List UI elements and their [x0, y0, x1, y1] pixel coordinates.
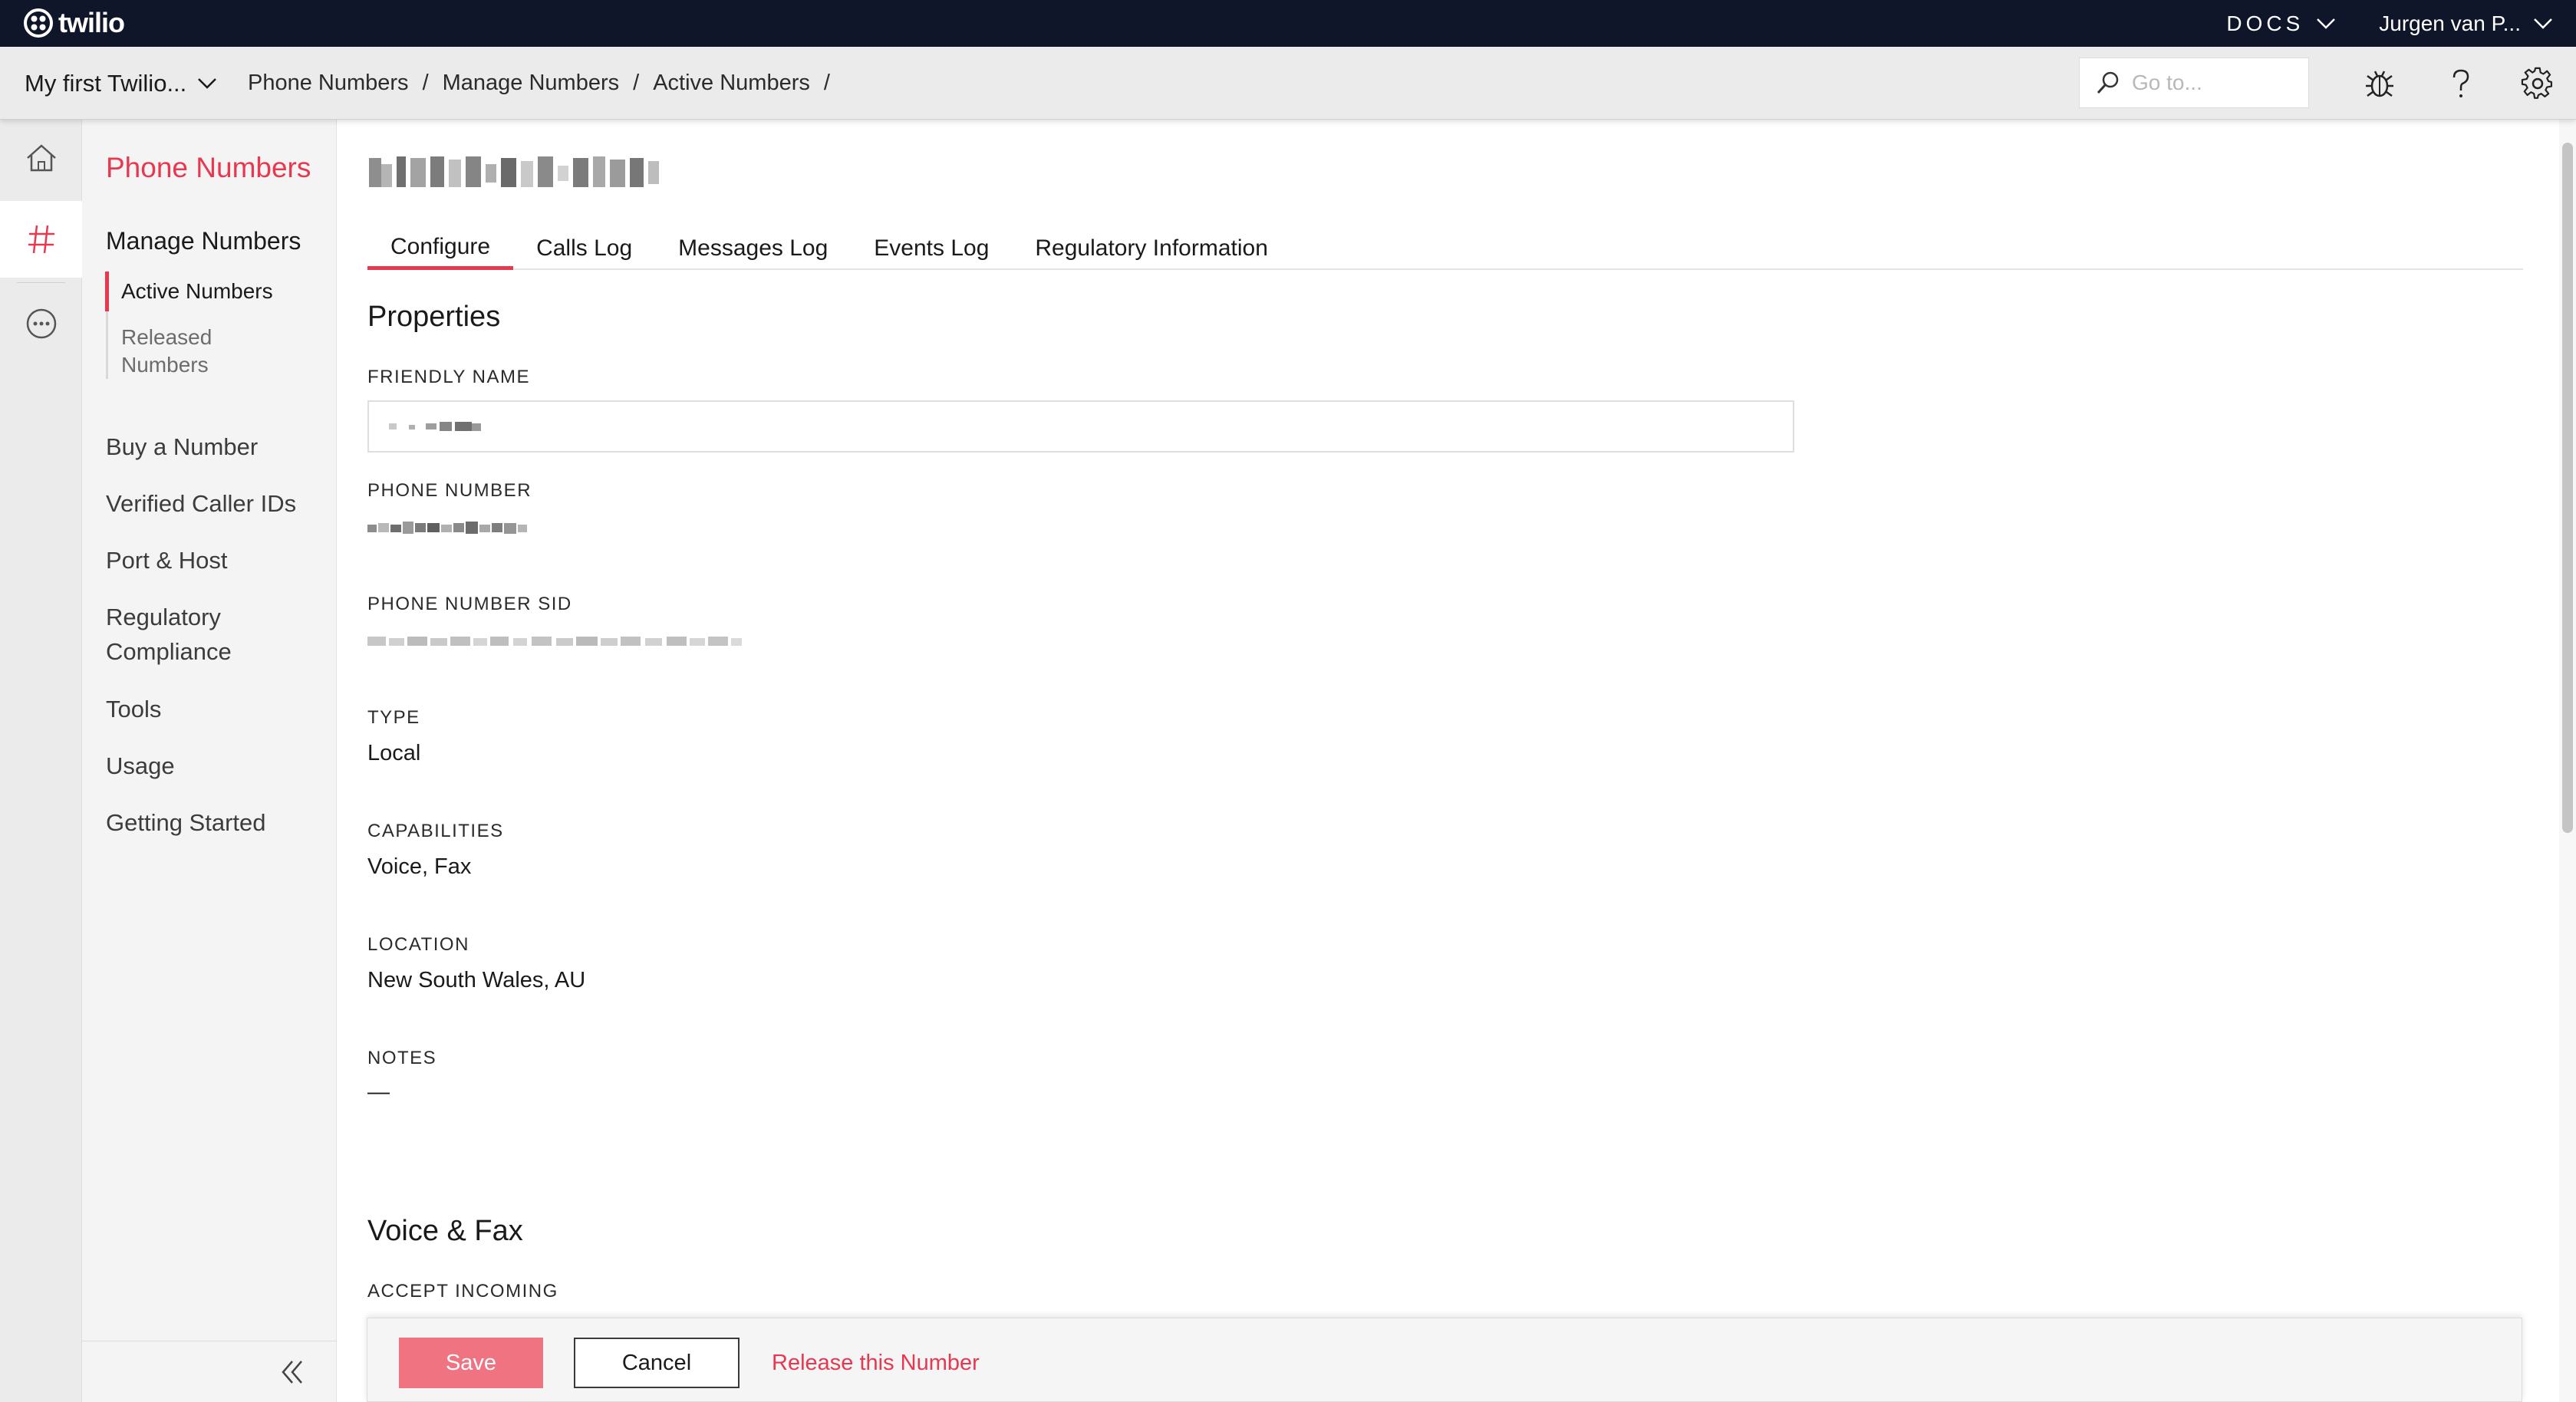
chevron-down-icon [198, 77, 217, 89]
phone-number-sid-redacted [367, 637, 742, 646]
gear-icon[interactable] [2521, 67, 2555, 100]
nav-buy-a-number[interactable]: Buy a Number [106, 429, 258, 464]
account-switcher[interactable]: My first Twilio... [25, 47, 217, 120]
voice-fax-heading: Voice & Fax [367, 1215, 523, 1247]
breadcrumb-separator: / [422, 71, 429, 95]
tab-events-log[interactable]: Events Log [851, 227, 1012, 270]
account-name: My first Twilio... [25, 69, 187, 97]
properties-heading: Properties [367, 301, 501, 333]
breadcrumb-separator: / [823, 71, 830, 95]
tab-calls-log[interactable]: Calls Log [513, 227, 655, 270]
nav-verified-caller-ids[interactable]: Verified Caller IDs [106, 486, 296, 521]
collapse-sidebar-icon[interactable] [277, 1357, 308, 1387]
help-icon[interactable] [2444, 67, 2478, 100]
sidenav-title[interactable]: Phone Numbers [106, 152, 311, 184]
docs-label: DOCS [2226, 11, 2304, 35]
collapse-bar [82, 1341, 337, 1402]
nav-getting-started[interactable]: Getting Started [106, 805, 266, 840]
user-menu[interactable]: Jurgen van P... [2379, 12, 2553, 36]
subnav-item-released-numbers[interactable]: Released Numbers [108, 324, 262, 379]
nav-regulatory-compliance[interactable]: Regulatory Compliance [106, 600, 275, 669]
breadcrumb-bar: My first Twilio... Phone Numbers / Manag… [0, 47, 2576, 120]
more-icon [26, 308, 56, 339]
docs-menu[interactable]: DOCS [2226, 12, 2336, 36]
rail-home[interactable] [0, 120, 82, 196]
cancel-button[interactable]: Cancel [574, 1338, 740, 1388]
side-nav: Phone Numbers Manage Numbers Active Numb… [82, 120, 337, 1402]
phone-number-label: PHONE NUMBER [367, 480, 532, 501]
subnav-item-active-numbers[interactable]: Active Numbers [105, 272, 321, 311]
phone-number-sid-label: PHONE NUMBER SID [367, 594, 572, 614]
breadcrumb-phone-numbers[interactable]: Phone Numbers [248, 71, 409, 96]
rail-divider [17, 282, 65, 283]
nav-port-host[interactable]: Port & Host [106, 543, 228, 578]
scrollbar-thumb[interactable] [2562, 143, 2573, 833]
save-button[interactable]: Save [399, 1338, 543, 1388]
icon-rail [0, 120, 82, 1402]
tab-messages-log[interactable]: Messages Log [655, 227, 851, 270]
hash-icon [28, 225, 54, 254]
rail-more[interactable] [0, 285, 82, 362]
rail-phone-numbers[interactable] [0, 201, 82, 278]
logo-text: twilio [58, 7, 125, 38]
breadcrumb-active-numbers[interactable]: Active Numbers [653, 71, 810, 96]
user-name: Jurgen van P... [2379, 11, 2521, 35]
friendly-name-redacted [389, 422, 481, 431]
notes-value: — [367, 1080, 390, 1104]
friendly-name-label: FRIENDLY NAME [367, 367, 530, 387]
phone-number-title-redacted [369, 156, 659, 187]
notes-label: NOTES [367, 1048, 437, 1068]
phone-number-redacted [367, 522, 527, 534]
breadcrumb-separator: / [633, 71, 640, 95]
search-icon [2097, 71, 2119, 94]
nav-tools[interactable]: Tools [106, 692, 161, 726]
bug-icon[interactable] [2363, 67, 2396, 100]
tab-configure[interactable]: Configure [367, 227, 514, 270]
capabilities-label: CAPABILITIES [367, 821, 504, 841]
type-value: Local [367, 741, 421, 765]
location-label: LOCATION [367, 934, 469, 955]
tab-regulatory-information[interactable]: Regulatory Information [1012, 227, 1291, 270]
breadcrumb: Phone Numbers / Manage Numbers / Active … [248, 47, 830, 120]
number-tabs: Configure Calls Log Messages Log Events … [367, 227, 2523, 270]
top-bar: twilio DOCS Jurgen van P... [0, 0, 2576, 47]
release-number-button[interactable]: Release this Number [772, 1338, 980, 1388]
home-icon [26, 144, 56, 172]
friendly-name-input[interactable] [367, 400, 1794, 453]
page-scrollbar[interactable] [2559, 120, 2576, 1402]
action-bar: Save Cancel Release this Number [367, 1318, 2522, 1402]
capabilities-value: Voice, Fax [367, 854, 472, 879]
nav-manage-numbers[interactable]: Manage Numbers [106, 227, 301, 255]
breadcrumb-manage-numbers[interactable]: Manage Numbers [443, 71, 620, 96]
subnav: Active Numbers Released Numbers [105, 272, 321, 379]
goto-search[interactable] [2079, 58, 2309, 108]
accept-incoming-label: ACCEPT INCOMING [367, 1281, 558, 1302]
main-content: Configure Calls Log Messages Log Events … [337, 120, 2576, 1402]
location-value: New South Wales, AU [367, 968, 586, 992]
search-input[interactable] [2132, 71, 2301, 95]
type-label: TYPE [367, 707, 420, 728]
nav-usage[interactable]: Usage [106, 749, 175, 783]
twilio-logo-icon [24, 8, 53, 38]
chevron-down-icon [2317, 18, 2336, 29]
twilio-logo[interactable]: twilio [23, 6, 125, 40]
chevron-down-icon [2534, 18, 2552, 29]
